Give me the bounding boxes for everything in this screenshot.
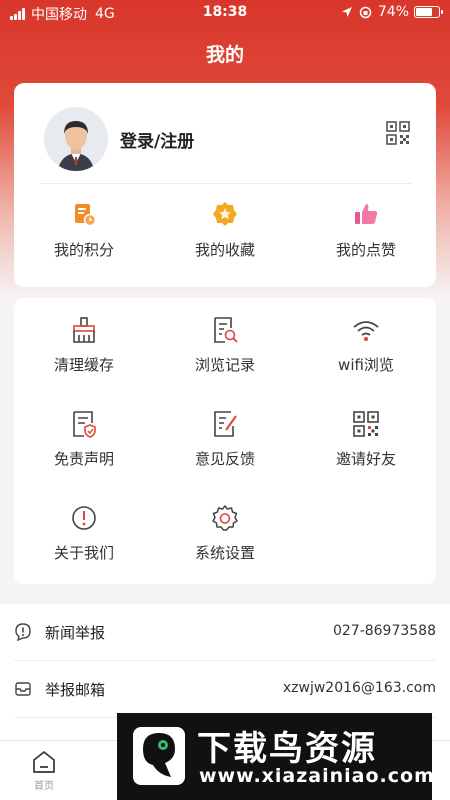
my-favorites-button[interactable]: 我的收藏 [155,201,295,260]
tab-home[interactable]: 首页 [14,749,74,792]
gear-icon [212,505,238,531]
wifi-icon [353,321,379,341]
report-row-label: 新闻举报 [45,624,106,642]
info-icon [72,506,96,530]
system-settings-button[interactable]: 系统设置 [155,504,295,563]
qr-code-icon[interactable] [386,121,410,145]
status-bar: 中国移动 4G 18:38 74% [0,0,450,26]
disclaimer-button[interactable]: 免责声明 [14,410,154,469]
star-icon [213,202,237,226]
home-icon [33,751,55,773]
orientation-lock-icon [359,6,372,18]
stat-label: 我的收藏 [194,241,255,259]
points-icon [75,204,97,227]
disclaimer-icon [73,411,96,438]
tool-label: 系统设置 [194,544,255,562]
avatar[interactable] [44,107,108,171]
tool-label: wifi浏览 [338,356,394,374]
page-title: 我的 [205,44,244,66]
tools-card: 清理缓存 浏览记录 wifi浏览 免责声明 意见反馈 邀请好友 关于我们 系统设… [14,298,436,584]
location-arrow-icon [341,7,352,17]
tool-label: 邀请好友 [335,450,396,468]
history-icon [214,317,238,343]
wifi-browse-button[interactable]: wifi浏览 [296,316,436,375]
my-likes-button[interactable]: 我的点赞 [296,201,436,260]
profile-card: 登录/注册 我的积分 我的收藏 我的点赞 [14,83,436,287]
tab-label: 首页 [34,781,54,792]
report-phone[interactable]: 027-86973588 [333,623,436,639]
broom-icon [73,317,95,343]
stat-label: 我的点赞 [335,241,396,259]
watermark-title: 下载鸟资源 [197,729,377,769]
report-email-row[interactable]: 举报邮箱 xzwjw2016@163.com [0,661,450,718]
watermark-banner: 下载鸟资源 www.xiazainiao.com [117,713,435,800]
invite-friends-button[interactable]: 邀请好友 [296,410,436,469]
report-icon [15,623,31,641]
stat-label: 我的积分 [53,241,114,259]
login-register-link[interactable]: 登录/注册 [120,127,194,152]
feedback-button[interactable]: 意见反馈 [155,410,295,469]
tool-label: 清理缓存 [53,356,114,374]
about-us-button[interactable]: 关于我们 [14,504,154,563]
news-report-row[interactable]: 新闻举报 027-86973588 [0,604,450,661]
user-avatar-icon [58,121,94,171]
tool-label: 意见反馈 [194,450,255,468]
browse-history-button[interactable]: 浏览记录 [155,316,295,375]
tool-label: 关于我们 [53,544,114,562]
report-email[interactable]: xzwjw2016@163.com [283,680,436,696]
battery-icon [414,6,443,18]
profile-divider [40,183,412,184]
tool-label: 浏览记录 [194,356,255,374]
battery-percent: 74% [377,4,409,20]
thumbs-up-icon [355,204,378,224]
mail-icon [15,682,31,696]
feedback-icon [214,411,237,437]
watermark-url: www.xiazainiao.com [199,765,435,787]
bird-logo-icon [133,727,185,785]
report-row-label: 举报邮箱 [45,681,106,699]
my-points-button[interactable]: 我的积分 [14,201,154,260]
qr-code-icon [353,411,379,437]
tool-label: 免责声明 [53,450,114,468]
clear-cache-button[interactable]: 清理缓存 [14,316,154,375]
